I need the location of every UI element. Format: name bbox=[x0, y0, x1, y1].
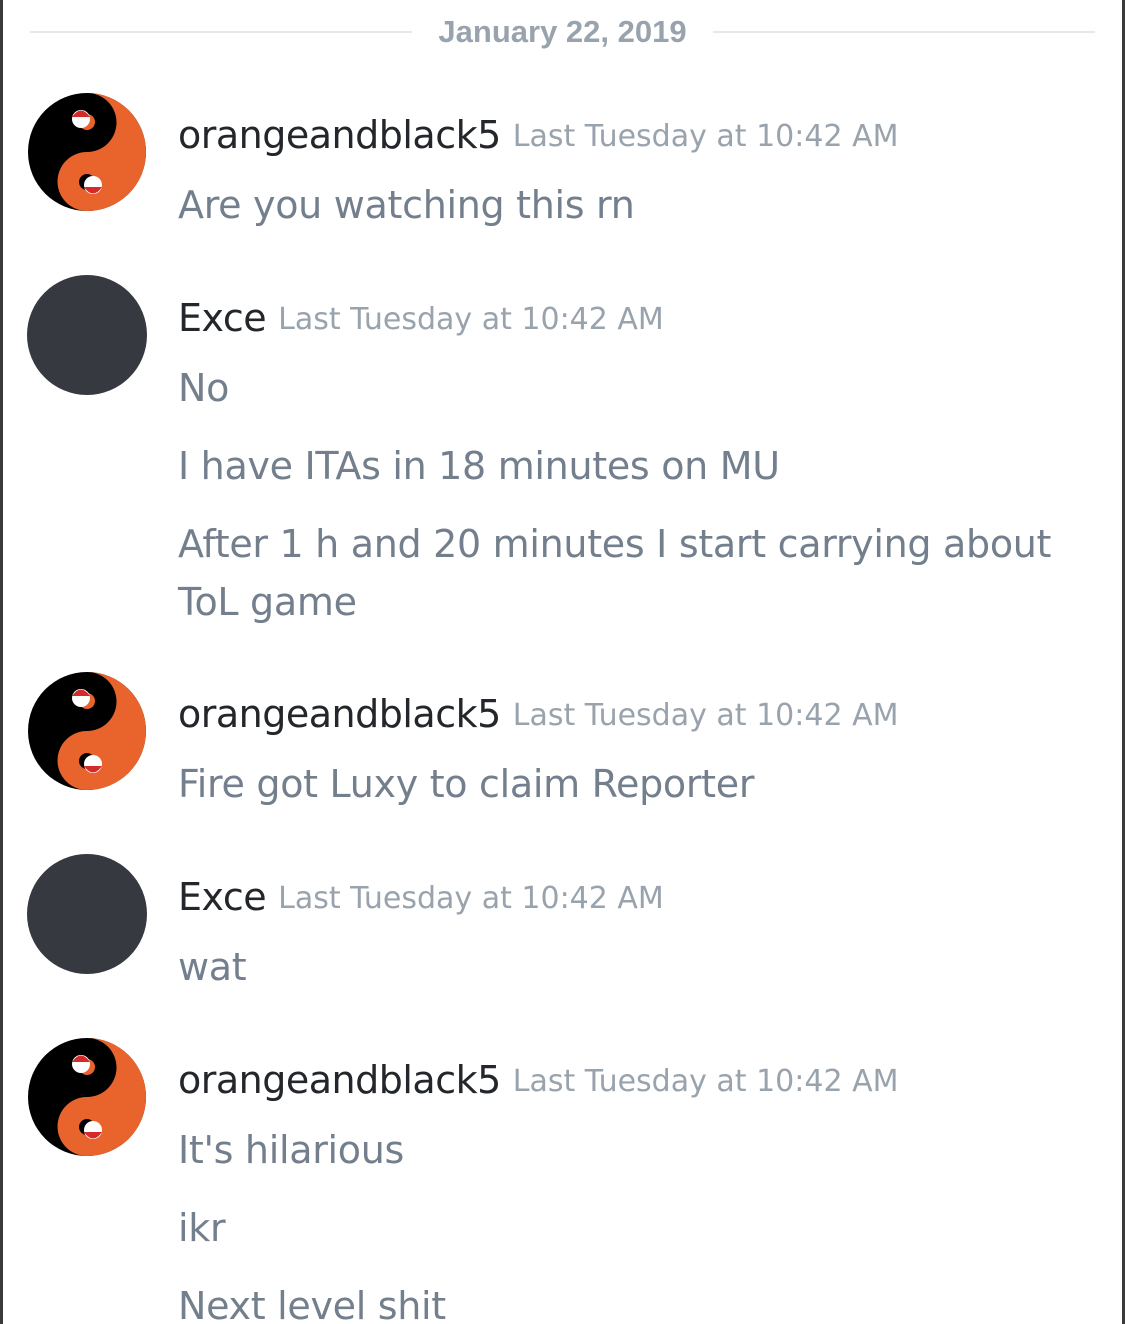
avatar-yin-yang-icon[interactable] bbox=[27, 92, 147, 212]
username[interactable]: Exce bbox=[178, 878, 267, 916]
message-timestamp: Last Tuesday at 10:42 AM bbox=[512, 698, 899, 733]
message-text: Are you watching this rn bbox=[178, 183, 635, 227]
username[interactable]: orangeandblack5 bbox=[178, 116, 501, 154]
divider-rule-right bbox=[712, 31, 1095, 33]
yin-yang-icon bbox=[28, 93, 146, 211]
message-text: Next level shit bbox=[178, 1284, 446, 1324]
message-text: ikr bbox=[178, 1206, 226, 1250]
date-divider: January 22, 2019 bbox=[30, 8, 1095, 56]
message-text: No bbox=[178, 366, 230, 410]
avatar-yin-yang-icon[interactable] bbox=[27, 1037, 147, 1157]
message-text: wat bbox=[178, 945, 247, 989]
yin-yang-icon bbox=[28, 1038, 146, 1156]
message-text: After 1 h and 20 minutes I start carryin… bbox=[178, 522, 1052, 624]
window-border-left bbox=[0, 0, 3, 1324]
avatar-default-icon[interactable] bbox=[27, 275, 147, 395]
message-timestamp: Last Tuesday at 10:42 AM bbox=[512, 1064, 899, 1099]
username[interactable]: orangeandblack5 bbox=[178, 695, 501, 733]
yin-yang-icon bbox=[28, 672, 146, 790]
divider-rule-left bbox=[30, 31, 413, 33]
message-text: I have ITAs in 18 minutes on MU bbox=[178, 444, 780, 488]
message-timestamp: Last Tuesday at 10:42 AM bbox=[278, 302, 664, 337]
message-timestamp: Last Tuesday at 10:42 AM bbox=[278, 881, 664, 916]
avatar-default-icon[interactable] bbox=[27, 854, 147, 974]
message-text: Fire got Luxy to claim Reporter bbox=[178, 762, 755, 806]
username[interactable]: orangeandblack5 bbox=[178, 1061, 501, 1099]
username[interactable]: Exce bbox=[178, 299, 267, 337]
message-timestamp: Last Tuesday at 10:42 AM bbox=[512, 119, 899, 154]
message-text: It's hilarious bbox=[178, 1128, 405, 1172]
avatar-yin-yang-icon[interactable] bbox=[27, 671, 147, 791]
date-divider-label: January 22, 2019 bbox=[438, 14, 687, 49]
